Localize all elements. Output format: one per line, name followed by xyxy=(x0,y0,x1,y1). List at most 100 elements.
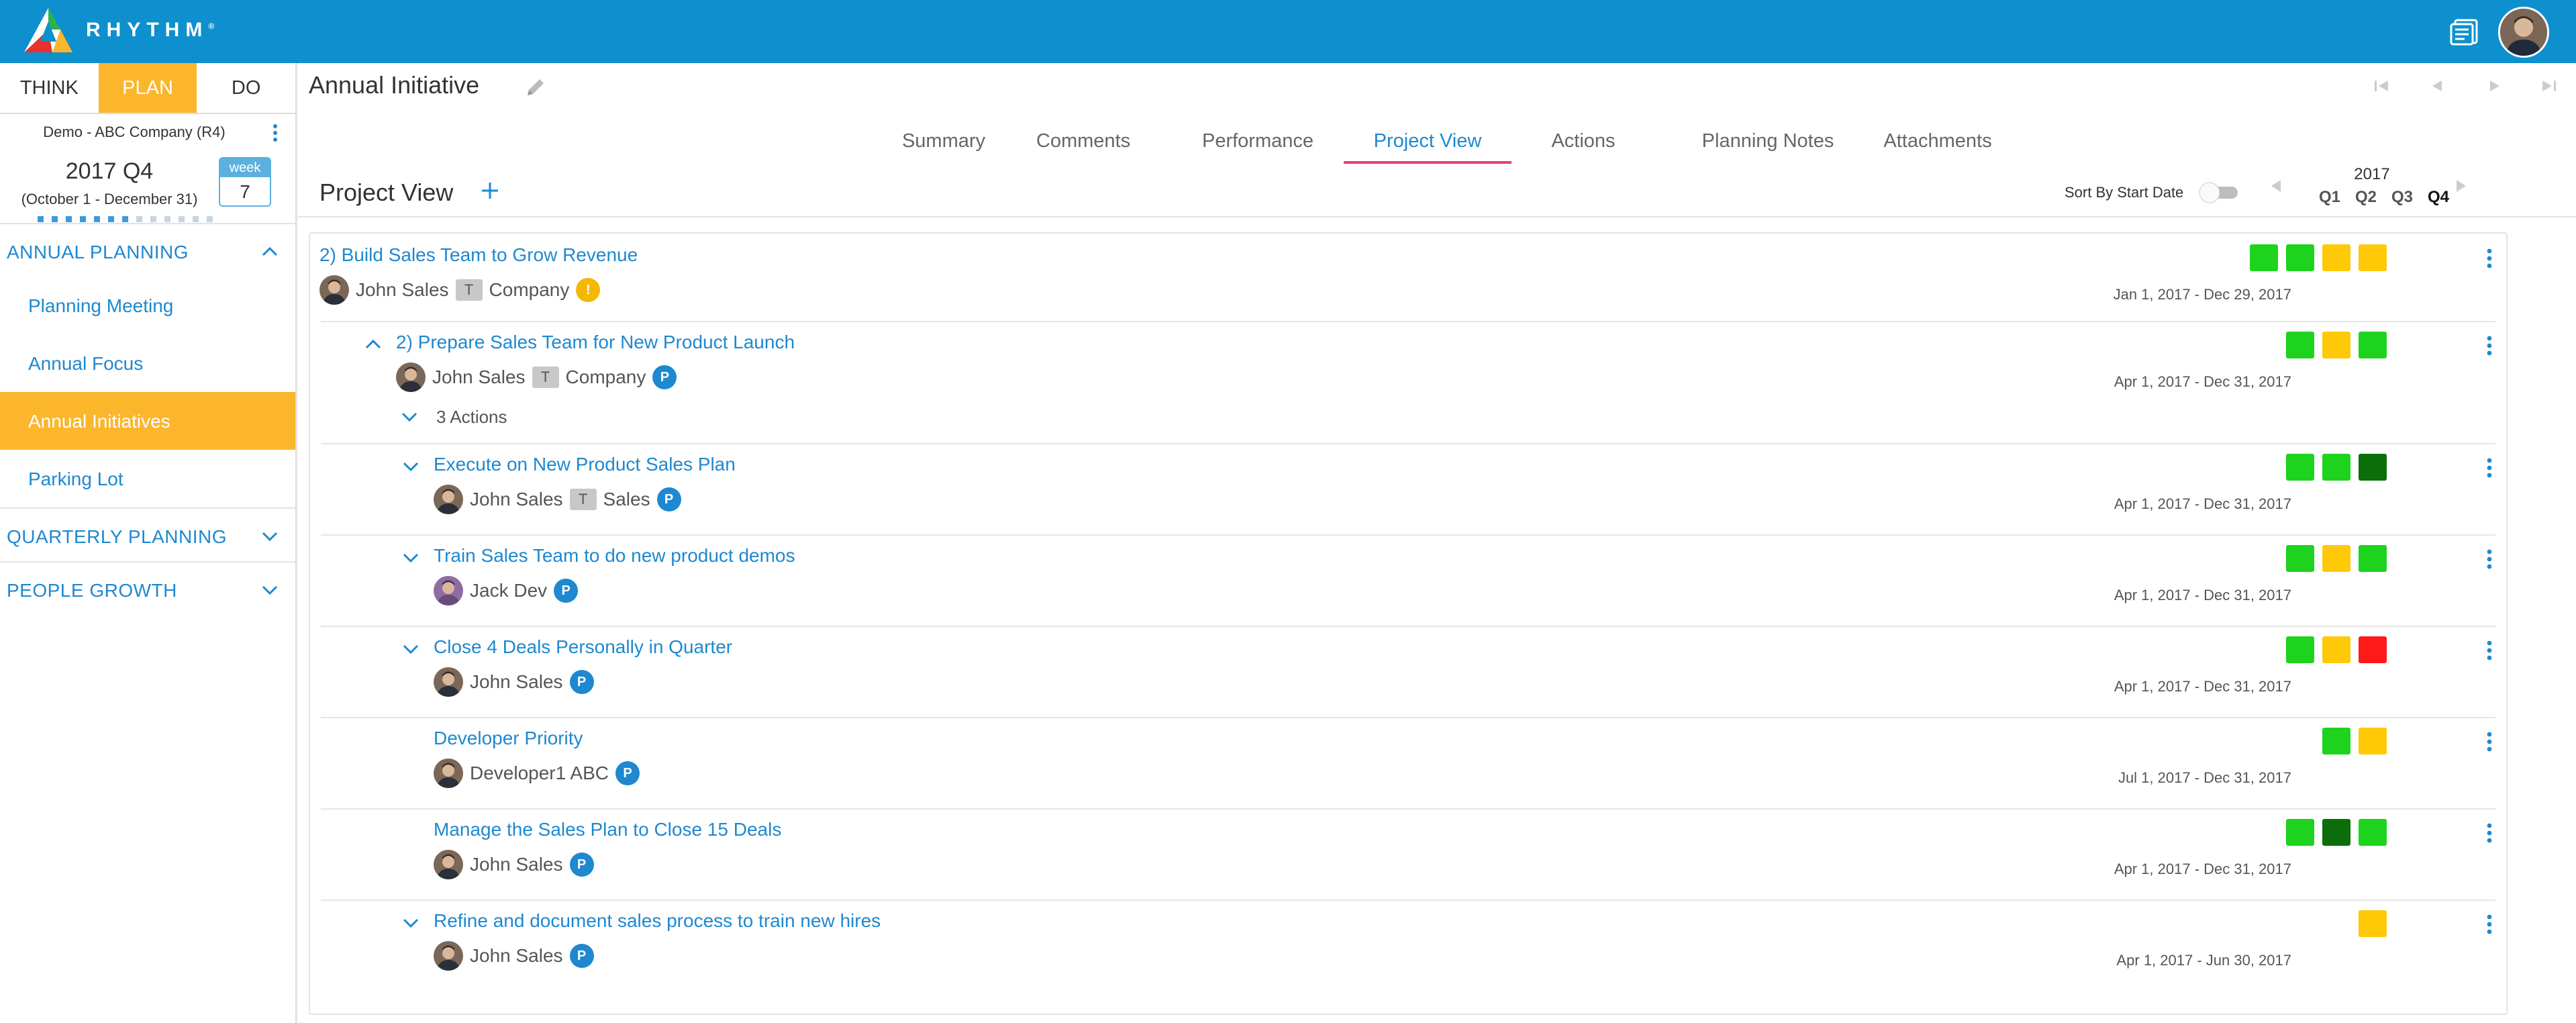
week-progress-dot xyxy=(193,216,199,222)
quarter-status-square[interactable] xyxy=(2286,545,2314,572)
sidebar-item-label: Annual Initiatives xyxy=(28,411,170,432)
quarter-status-square[interactable] xyxy=(2359,545,2387,572)
row-menu-icon[interactable] xyxy=(2483,456,2495,479)
table-row[interactable]: 2) Prepare Sales Team for New Product La… xyxy=(310,321,2506,443)
sidebar-item-annual-initiatives[interactable]: Annual Initiatives xyxy=(0,392,295,450)
row-menu-icon[interactable] xyxy=(2483,730,2495,753)
quarter-status-square[interactable] xyxy=(2359,910,2387,937)
quarter-status-square[interactable] xyxy=(2322,545,2350,572)
chevron-down-icon[interactable] xyxy=(400,914,422,932)
mode-tab-plan[interactable]: PLAN xyxy=(98,63,197,113)
table-row[interactable]: Developer Priority Developer1 ABC P Jul 1, … xyxy=(310,717,2506,808)
actions-count[interactable]: 3 Actions xyxy=(436,407,507,428)
table-row[interactable]: Train Sales Team to do new product demos… xyxy=(310,534,2506,626)
quarter-label-q2: Q2 xyxy=(2355,188,2377,206)
previous-page-icon[interactable] xyxy=(2426,75,2450,97)
quarter-status-square[interactable] xyxy=(2359,244,2387,271)
row-menu-icon[interactable] xyxy=(2483,548,2495,571)
owner-name: Jack Dev xyxy=(470,580,548,601)
table-row[interactable]: Manage the Sales Plan to Close 15 Deals J… xyxy=(310,808,2506,899)
quarter-status-square[interactable] xyxy=(2286,332,2314,358)
nav-section-people-growth[interactable]: PEOPLE GROWTH xyxy=(0,561,295,615)
row-menu-icon[interactable] xyxy=(2483,334,2495,357)
initiative-title-link[interactable]: Close 4 Deals Personally in Quarter xyxy=(434,636,732,658)
chevron-down-icon[interactable] xyxy=(400,458,422,475)
quarter-status-square[interactable] xyxy=(2286,454,2314,481)
chevron-down-icon[interactable] xyxy=(399,408,420,426)
quarter-status-square[interactable] xyxy=(2286,819,2314,846)
quarter-status-square[interactable] xyxy=(2359,728,2387,754)
tab-actions[interactable]: Actions xyxy=(1533,130,1634,164)
document-list-icon[interactable] xyxy=(2450,19,2479,46)
table-row[interactable]: Refine and document sales process to tra… xyxy=(310,899,2506,991)
mode-tab-do[interactable]: DO xyxy=(197,63,295,113)
last-page-icon[interactable] xyxy=(2536,75,2560,97)
chevron-down-icon[interactable] xyxy=(260,528,279,544)
nav-section-quarterly-planning[interactable]: QUARTERLY PLANNING xyxy=(0,507,295,561)
tab-project-view[interactable]: Project View xyxy=(1344,130,1512,164)
tab-planning-notes[interactable]: Planning Notes xyxy=(1667,130,1869,164)
row-menu-icon[interactable] xyxy=(2483,822,2495,844)
previous-year-icon[interactable] xyxy=(2266,176,2286,196)
company-selector[interactable]: Demo - ABC Company (R4) xyxy=(0,114,295,149)
status-badge: ! xyxy=(576,278,601,302)
table-row[interactable]: 2) Build Sales Team to Grow Revenue John … xyxy=(310,234,2506,321)
tab-comments[interactable]: Comments xyxy=(1023,130,1144,164)
owner-line: John Sales T Company P xyxy=(396,362,677,392)
row-menu-icon[interactable] xyxy=(2483,247,2495,270)
sidebar-item-planning-meeting[interactable]: Planning Meeting xyxy=(0,277,295,334)
user-avatar[interactable] xyxy=(2498,7,2549,58)
quarter-status-square[interactable] xyxy=(2322,636,2350,663)
chevron-down-icon[interactable] xyxy=(400,549,422,567)
owner-line: Jack Dev P xyxy=(434,576,579,605)
initiative-title-link[interactable]: Manage the Sales Plan to Close 15 Deals xyxy=(434,819,781,840)
quarter-status-square[interactable] xyxy=(2322,244,2350,271)
initiative-title-link[interactable]: 2) Build Sales Team to Grow Revenue xyxy=(319,244,638,266)
company-menu-icon[interactable] xyxy=(268,122,282,144)
table-row[interactable]: Execute on New Product Sales Plan John Sa… xyxy=(310,443,2506,534)
quarter-status-square[interactable] xyxy=(2286,636,2314,663)
initiative-title-link[interactable]: 2) Prepare Sales Team for New Product La… xyxy=(396,332,795,353)
tab-performance[interactable]: Performance xyxy=(1191,130,1325,164)
status-badge: P xyxy=(652,365,677,389)
chevron-down-icon[interactable] xyxy=(260,581,279,597)
quarter-status-square[interactable] xyxy=(2322,819,2350,846)
quarter-status-square[interactable] xyxy=(2359,636,2387,663)
initiative-title-link[interactable]: Refine and document sales process to tra… xyxy=(434,910,881,932)
initiative-title-link[interactable]: Train Sales Team to do new product demos xyxy=(434,545,795,567)
edit-pencil-icon[interactable] xyxy=(524,75,548,99)
avatar xyxy=(434,941,463,971)
quarter-status-square[interactable] xyxy=(2359,819,2387,846)
chevron-up-icon[interactable] xyxy=(362,336,384,353)
tab-attachments[interactable]: Attachments xyxy=(1854,130,2022,164)
week-progress-dot xyxy=(164,216,170,222)
quarter-status-square[interactable] xyxy=(2359,332,2387,358)
next-page-icon[interactable] xyxy=(2482,75,2506,97)
tab-summary[interactable]: Summary xyxy=(891,130,996,164)
rhythm-logo-icon[interactable] xyxy=(21,5,75,56)
owner-name: John Sales xyxy=(470,945,563,966)
chevron-down-icon[interactable] xyxy=(400,640,422,658)
row-menu-icon[interactable] xyxy=(2483,913,2495,936)
quarter-status-square[interactable] xyxy=(2286,244,2314,271)
quarter-status-square[interactable] xyxy=(2322,454,2350,481)
mode-tab-think[interactable]: THINK xyxy=(0,63,99,113)
first-page-icon[interactable] xyxy=(2371,75,2395,97)
add-icon[interactable] xyxy=(477,177,503,204)
chevron-up-icon[interactable] xyxy=(260,243,279,259)
quarter-status-square[interactable] xyxy=(2359,454,2387,481)
initiative-title-link[interactable]: Execute on New Product Sales Plan xyxy=(434,454,736,475)
next-year-icon[interactable] xyxy=(2451,176,2471,196)
quarter-status-square[interactable] xyxy=(2322,728,2350,754)
owner-name: John Sales xyxy=(470,671,563,692)
quarter-status-square[interactable] xyxy=(2322,332,2350,358)
sidebar-item-annual-focus[interactable]: Annual Focus xyxy=(0,334,295,392)
sort-by-start-date-toggle[interactable] xyxy=(2196,180,2240,204)
nav-section-annual-planning[interactable]: ANNUAL PLANNING xyxy=(0,223,295,277)
sidebar-item-parking-lot[interactable]: Parking Lot xyxy=(0,450,295,507)
initiative-title-link[interactable]: Developer Priority xyxy=(434,728,583,749)
quarter-status-square[interactable] xyxy=(2250,244,2278,271)
table-row[interactable]: Close 4 Deals Personally in Quarter John … xyxy=(310,626,2506,717)
row-menu-icon[interactable] xyxy=(2483,639,2495,662)
quarter-status-squares xyxy=(2286,636,2387,663)
